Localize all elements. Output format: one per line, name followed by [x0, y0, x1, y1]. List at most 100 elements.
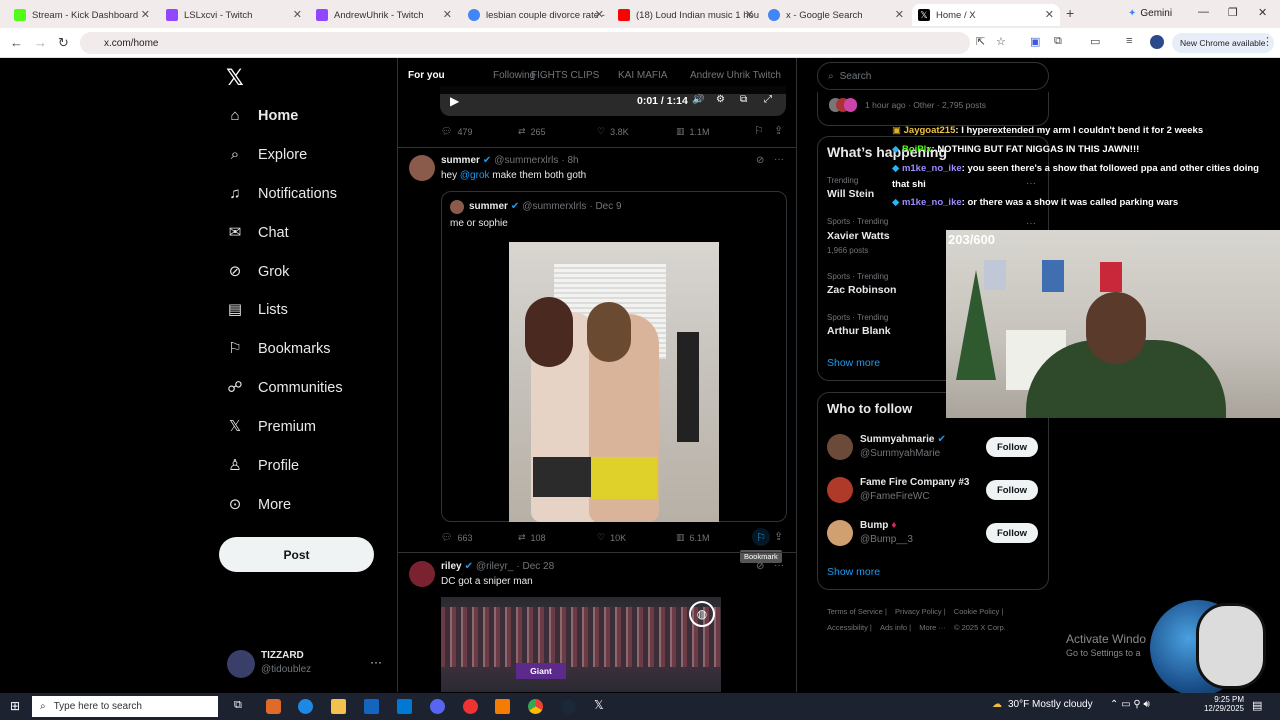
suggestion-name[interactable]: Fame Fire Company #3 [860, 477, 969, 488]
post-time[interactable]: · 8h [561, 155, 578, 166]
follow-button[interactable]: Follow [986, 523, 1038, 543]
nav-chat[interactable]: ✉ Chat [226, 224, 289, 242]
pip-icon[interactable]: ⧉ [740, 94, 747, 105]
window-close-button[interactable]: ✕ [1258, 6, 1267, 19]
avatar[interactable] [227, 650, 255, 678]
follow-suggestion-name[interactable]: Summyahmarie ✔ [860, 434, 946, 445]
play-icon[interactable]: ▶ [450, 94, 459, 108]
nav-lists[interactable]: ▤ Lists [226, 301, 288, 319]
steam-icon[interactable] [561, 699, 576, 714]
nav-home[interactable]: ⌂ Home [226, 107, 298, 125]
footer-link[interactable]: Ads info [880, 623, 907, 632]
edge-icon[interactable] [298, 699, 313, 714]
windows-start-icon[interactable]: ⊞ [10, 699, 20, 713]
task-view-icon[interactable]: ⧉ [234, 699, 242, 712]
media-icon[interactable]: ≡ [1126, 35, 1132, 47]
trend-title[interactable]: Zac Robinson [827, 284, 896, 296]
clock[interactable]: 9:25 PM 12/29/2025 [1200, 695, 1244, 713]
browser-tab[interactable]: LSLxcvi - Twitch ✕ [160, 4, 308, 26]
minimize-button[interactable]: — [1198, 6, 1209, 18]
search-input[interactable]: ⌕ Search [817, 62, 1049, 90]
avatar[interactable] [409, 561, 435, 587]
forward-icon[interactable]: → [34, 35, 47, 50]
post-button[interactable]: Post [219, 537, 374, 572]
share-icon[interactable]: ⇪ [774, 124, 783, 137]
more-options-icon[interactable]: ··· [1026, 178, 1036, 189]
repost-button[interactable]: ⇄ 108 [518, 532, 546, 543]
new-chrome-button[interactable]: New Chrome available [1172, 33, 1274, 53]
app-icon[interactable] [463, 699, 478, 714]
volume-icon[interactable]: 🔊 [692, 94, 704, 105]
post-time[interactable]: · Dec 28 [516, 561, 554, 572]
new-tab-button[interactable]: + [1066, 5, 1074, 21]
footer-link[interactable]: Privacy Policy [895, 607, 942, 616]
folder-icon[interactable] [331, 699, 346, 714]
show-more-link[interactable]: Show more [827, 566, 880, 578]
follow-suggestion-name[interactable]: Bump ♦ [860, 520, 896, 531]
tab-for-you[interactable]: For you [408, 70, 445, 81]
kebab-menu-icon[interactable]: ⋮ [1262, 35, 1273, 48]
follow-button[interactable]: Follow [986, 437, 1038, 457]
grok-action-icon[interactable]: ⊘ [756, 155, 764, 166]
share-icon[interactable]: ⇪ [774, 530, 783, 543]
footer-link[interactable]: Accessibility [827, 623, 868, 632]
nav-profile[interactable]: ♙ Profile [226, 457, 299, 475]
nav-explore[interactable]: ⌕ Explore [226, 146, 307, 164]
maximize-button[interactable]: ❐ [1228, 6, 1238, 19]
footer-link[interactable]: Cookie Policy [954, 607, 999, 616]
browser-tab-active[interactable]: 𝕏 Home / X ✕ [912, 4, 1060, 26]
weather-widget[interactable]: ☁ 30°F Mostly cloudy [992, 699, 1093, 710]
reload-icon[interactable]: ↻ [58, 35, 69, 51]
puzzle-icon[interactable]: ⧉ [1054, 35, 1062, 48]
account-menu-icon[interactable]: ··· [370, 655, 382, 669]
gemini-button[interactable]: ✦ Gemini [1128, 8, 1172, 19]
nav-grok[interactable]: ⊘ Grok [226, 263, 290, 281]
back-icon[interactable]: ← [10, 35, 23, 50]
fullscreen-icon[interactable]: ⤢ [764, 94, 772, 105]
photo[interactable] [509, 242, 719, 522]
views-button[interactable]: ▥ 1.1M [676, 126, 710, 137]
views-button[interactable]: ▥ 6.1M [676, 532, 710, 543]
avatar[interactable] [409, 155, 435, 181]
close-tab-icon[interactable]: ✕ [745, 8, 754, 21]
repost-button[interactable]: ⇄ 265 [518, 126, 546, 137]
author-handle[interactable]: @rileyr_ [476, 561, 513, 572]
close-tab-icon[interactable]: ✕ [1045, 8, 1054, 21]
avatar[interactable] [827, 520, 853, 546]
store-icon[interactable] [364, 699, 379, 714]
author-name[interactable]: summer [441, 155, 480, 166]
taskbar-search-input[interactable]: ⌕ Type here to search [32, 696, 218, 717]
grok-action-icon[interactable]: ⊘ [756, 561, 764, 572]
author-handle[interactable]: @summerxlrls [494, 155, 558, 166]
avatar[interactable] [827, 434, 853, 460]
more-options-icon[interactable]: ··· [774, 560, 784, 571]
nav-notifications[interactable]: ♫ Notifications [226, 185, 337, 203]
url-field[interactable]: x.com/home [80, 32, 970, 54]
trend-title[interactable]: Xavier Watts [827, 230, 890, 242]
bookmark-icon[interactable]: ⚐ [754, 124, 764, 137]
close-tab-icon[interactable]: ✕ [595, 8, 604, 21]
tab-andrew-uhrik[interactable]: Andrew Uhrik Twitch [690, 70, 781, 81]
reply-button[interactable]: 💬︎ 663 [441, 532, 472, 543]
close-tab-icon[interactable]: ✕ [895, 8, 904, 21]
nav-premium[interactable]: 𝕏 Premium [226, 418, 316, 436]
x-logo-icon[interactable]: 𝕏 [226, 65, 244, 91]
chrome-icon[interactable] [528, 699, 543, 714]
tray-icons[interactable]: ⌃ ▭ ⚲ 🔊︎ [1110, 699, 1150, 710]
footer-link[interactable]: More ··· [919, 623, 946, 632]
browser-tab[interactable]: Stream - Kick Dashboard ✕ [8, 4, 156, 26]
app-icon[interactable] [266, 699, 281, 714]
like-button[interactable]: ♡ 10K [597, 532, 626, 543]
nav-communities[interactable]: ☍ Communities [226, 379, 342, 397]
tab-fights-clips[interactable]: FIGHTS CLIPS [531, 70, 599, 81]
settings-icon[interactable]: ⚙ [716, 94, 725, 105]
extension-icon[interactable]: ▣ [1030, 35, 1040, 48]
like-button[interactable]: ♡ 3.8K [597, 126, 629, 137]
close-tab-icon[interactable]: ✕ [141, 8, 150, 21]
bookmark-icon[interactable]: ⚐ [752, 528, 770, 546]
notification-icon[interactable]: ▤ [1252, 699, 1262, 712]
discord-icon[interactable] [430, 699, 445, 714]
browser-tab[interactable]: (18) Loud Indian music 1 hou ✕ [612, 4, 760, 26]
more-options-icon[interactable]: ··· [1026, 218, 1036, 229]
close-tab-icon[interactable]: ✕ [293, 8, 302, 21]
